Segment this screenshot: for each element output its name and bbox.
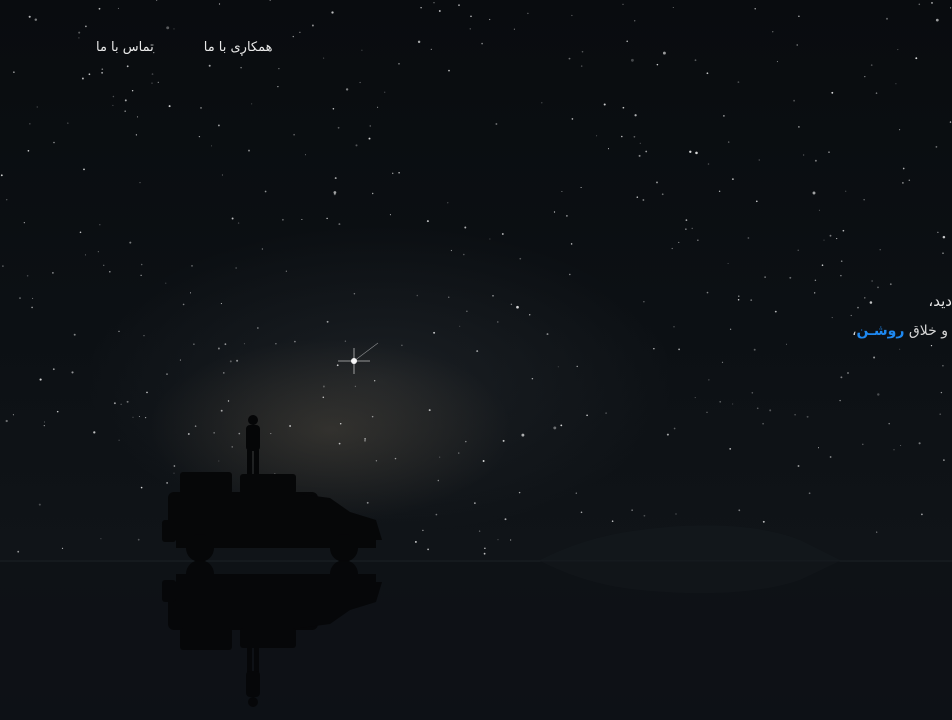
distant-hill [540, 525, 840, 560]
hero-subline: و خلاق روشـن، [852, 323, 948, 339]
hero-background: تماس با ما همکاری با ما دید، و خلاق روشـ… [0, 0, 952, 720]
subline-prefix: و خلاق [908, 323, 948, 339]
silhouette-scene [0, 415, 952, 720]
person-silhouette [246, 415, 260, 474]
subline-accent-word: روشـن [856, 323, 905, 339]
hero-headline: دید، [928, 292, 952, 310]
nav-contact-us[interactable]: تماس با ما [96, 40, 154, 60]
nav-cooperate-with-us[interactable]: همکاری با ما [204, 40, 273, 60]
top-navigation: تماس با ما همکاری با ما [96, 40, 272, 60]
vehicle-silhouette [162, 472, 382, 562]
